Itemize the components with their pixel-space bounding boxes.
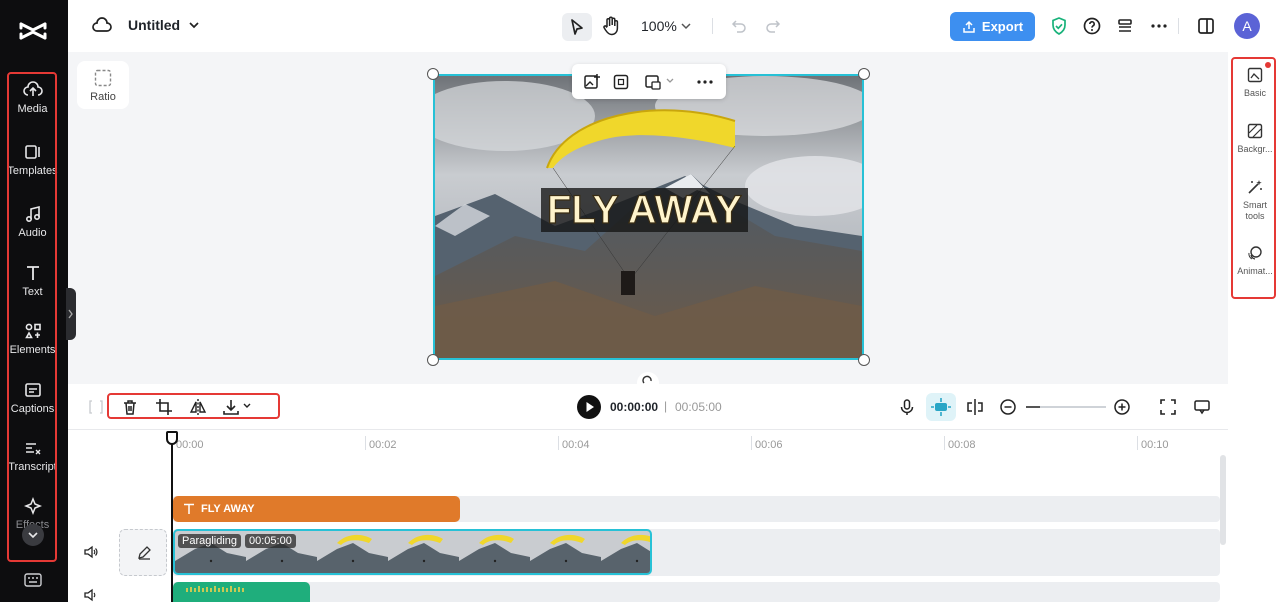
undo-button[interactable] <box>730 18 748 34</box>
project-title[interactable]: Untitled <box>128 17 180 33</box>
zoom-in-icon[interactable] <box>1113 398 1131 416</box>
ratio-button[interactable]: Ratio <box>77 61 129 109</box>
microphone-icon[interactable] <box>898 398 916 416</box>
video-thumbnail <box>459 531 530 573</box>
audio-track <box>172 582 1220 602</box>
chevron-down-icon[interactable] <box>665 77 675 85</box>
highlight-box-sidebar <box>7 72 57 562</box>
cloud-sync-icon[interactable] <box>92 16 112 36</box>
mute-audio-track-icon[interactable] <box>83 588 99 602</box>
avatar[interactable]: A <box>1234 13 1260 39</box>
left-sidebar: Media Templates Audio Text Elements Capt… <box>0 0 68 602</box>
play-icon <box>586 402 594 412</box>
panel-layout-icon[interactable] <box>1196 16 1216 36</box>
current-time: 00:00:00 <box>610 400 659 414</box>
ruler-label: 00:08 <box>948 439 976 451</box>
help-icon[interactable] <box>1082 16 1102 36</box>
split-icon[interactable] <box>966 398 984 416</box>
zoom-level[interactable]: 100% <box>641 18 677 34</box>
hand-tool-button[interactable] <box>600 15 622 37</box>
pencil-icon <box>138 546 151 560</box>
ruler-tick <box>944 436 945 450</box>
divider <box>712 18 713 34</box>
fullscreen-icon[interactable] <box>1159 398 1177 416</box>
resize-handle-top-left[interactable] <box>427 68 439 80</box>
ruler-tick <box>365 436 366 450</box>
ruler-label: 00:06 <box>755 439 783 451</box>
top-bar: Untitled 100% Export A <box>68 0 1280 52</box>
chevron-down-icon[interactable] <box>188 20 200 30</box>
video-thumbnail <box>388 531 459 573</box>
resize-handle-bottom-right[interactable] <box>858 354 870 366</box>
export-label: Export <box>981 19 1024 34</box>
edit-cover-button[interactable] <box>119 529 167 576</box>
replace-image-icon[interactable] <box>583 73 601 91</box>
floating-canvas-toolbar <box>572 64 726 99</box>
ruler-tick <box>1137 436 1138 450</box>
crop-frame-icon[interactable] <box>612 73 630 91</box>
select-tool-button[interactable] <box>562 13 592 41</box>
ruler-tick <box>558 436 559 450</box>
ratio-label: Ratio <box>90 91 116 103</box>
text-t-icon <box>184 503 194 514</box>
mute-video-track-icon[interactable] <box>83 544 99 560</box>
video-canvas[interactable]: FLY AWAY <box>433 74 864 360</box>
playhead[interactable] <box>171 436 173 602</box>
audio-clip[interactable] <box>173 582 310 602</box>
ruler-label: 00:00 <box>176 439 204 451</box>
text-clip-label: FLY AWAY <box>201 503 255 515</box>
redo-icon <box>766 20 781 33</box>
more-options-icon[interactable] <box>696 73 714 91</box>
highlight-box-right-panel <box>1231 57 1276 299</box>
video-clip[interactable]: Paragliding 00:05:00 <box>173 529 652 575</box>
hand-icon <box>603 16 619 36</box>
divider <box>1178 18 1179 34</box>
highlight-box-timeline-tools <box>107 393 280 419</box>
panel-collapse-handle[interactable] <box>66 288 76 340</box>
audio-waveform <box>186 586 244 592</box>
total-duration: 00:05:00 <box>675 400 722 414</box>
export-button[interactable]: Export <box>950 12 1035 41</box>
comment-icon[interactable] <box>1193 398 1211 416</box>
background-remove-icon[interactable] <box>644 73 662 91</box>
split-disabled-icon <box>89 399 103 415</box>
shield-check-icon[interactable] <box>1049 16 1069 36</box>
timeline-scrollbar[interactable] <box>1220 455 1226 545</box>
video-thumbnail <box>601 531 650 573</box>
snap-icon <box>931 398 951 416</box>
play-button[interactable] <box>577 395 601 419</box>
ruler-label: 00:02 <box>369 439 397 451</box>
layers-icon[interactable] <box>1115 16 1135 36</box>
timeline-zoom-slider[interactable] <box>1026 406 1106 408</box>
resize-handle-top-right[interactable] <box>858 68 870 80</box>
cursor-arrow-icon <box>571 19 583 35</box>
ruler-label: 00:04 <box>562 439 590 451</box>
video-clip-duration: 00:05:00 <box>245 534 296 548</box>
video-clip-name: Paragliding <box>178 534 242 548</box>
undo-icon <box>731 20 746 33</box>
more-options-icon[interactable] <box>1149 16 1169 36</box>
text-clip[interactable]: FLY AWAY <box>173 496 460 522</box>
chevron-down-icon[interactable] <box>680 21 692 31</box>
chevron-right-icon <box>68 309 73 319</box>
video-thumbnail <box>317 531 388 573</box>
ruler-label: 00:10 <box>1141 439 1169 451</box>
keyboard-shortcuts-icon[interactable] <box>24 572 42 588</box>
canvas-text-fly-away[interactable]: FLY AWAY <box>541 187 748 233</box>
resize-handle-bottom-left[interactable] <box>427 354 439 366</box>
video-thumbnail <box>530 531 601 573</box>
time-separator: | <box>664 399 668 413</box>
capcut-logo-icon <box>18 16 48 46</box>
playhead-handle[interactable] <box>166 431 178 445</box>
redo-button[interactable] <box>764 18 782 34</box>
zoom-out-icon[interactable] <box>999 398 1017 416</box>
ratio-frame-icon <box>94 69 112 87</box>
export-upload-icon <box>963 20 975 33</box>
ruler-tick <box>751 436 752 450</box>
auto-snap-button[interactable] <box>926 393 956 421</box>
